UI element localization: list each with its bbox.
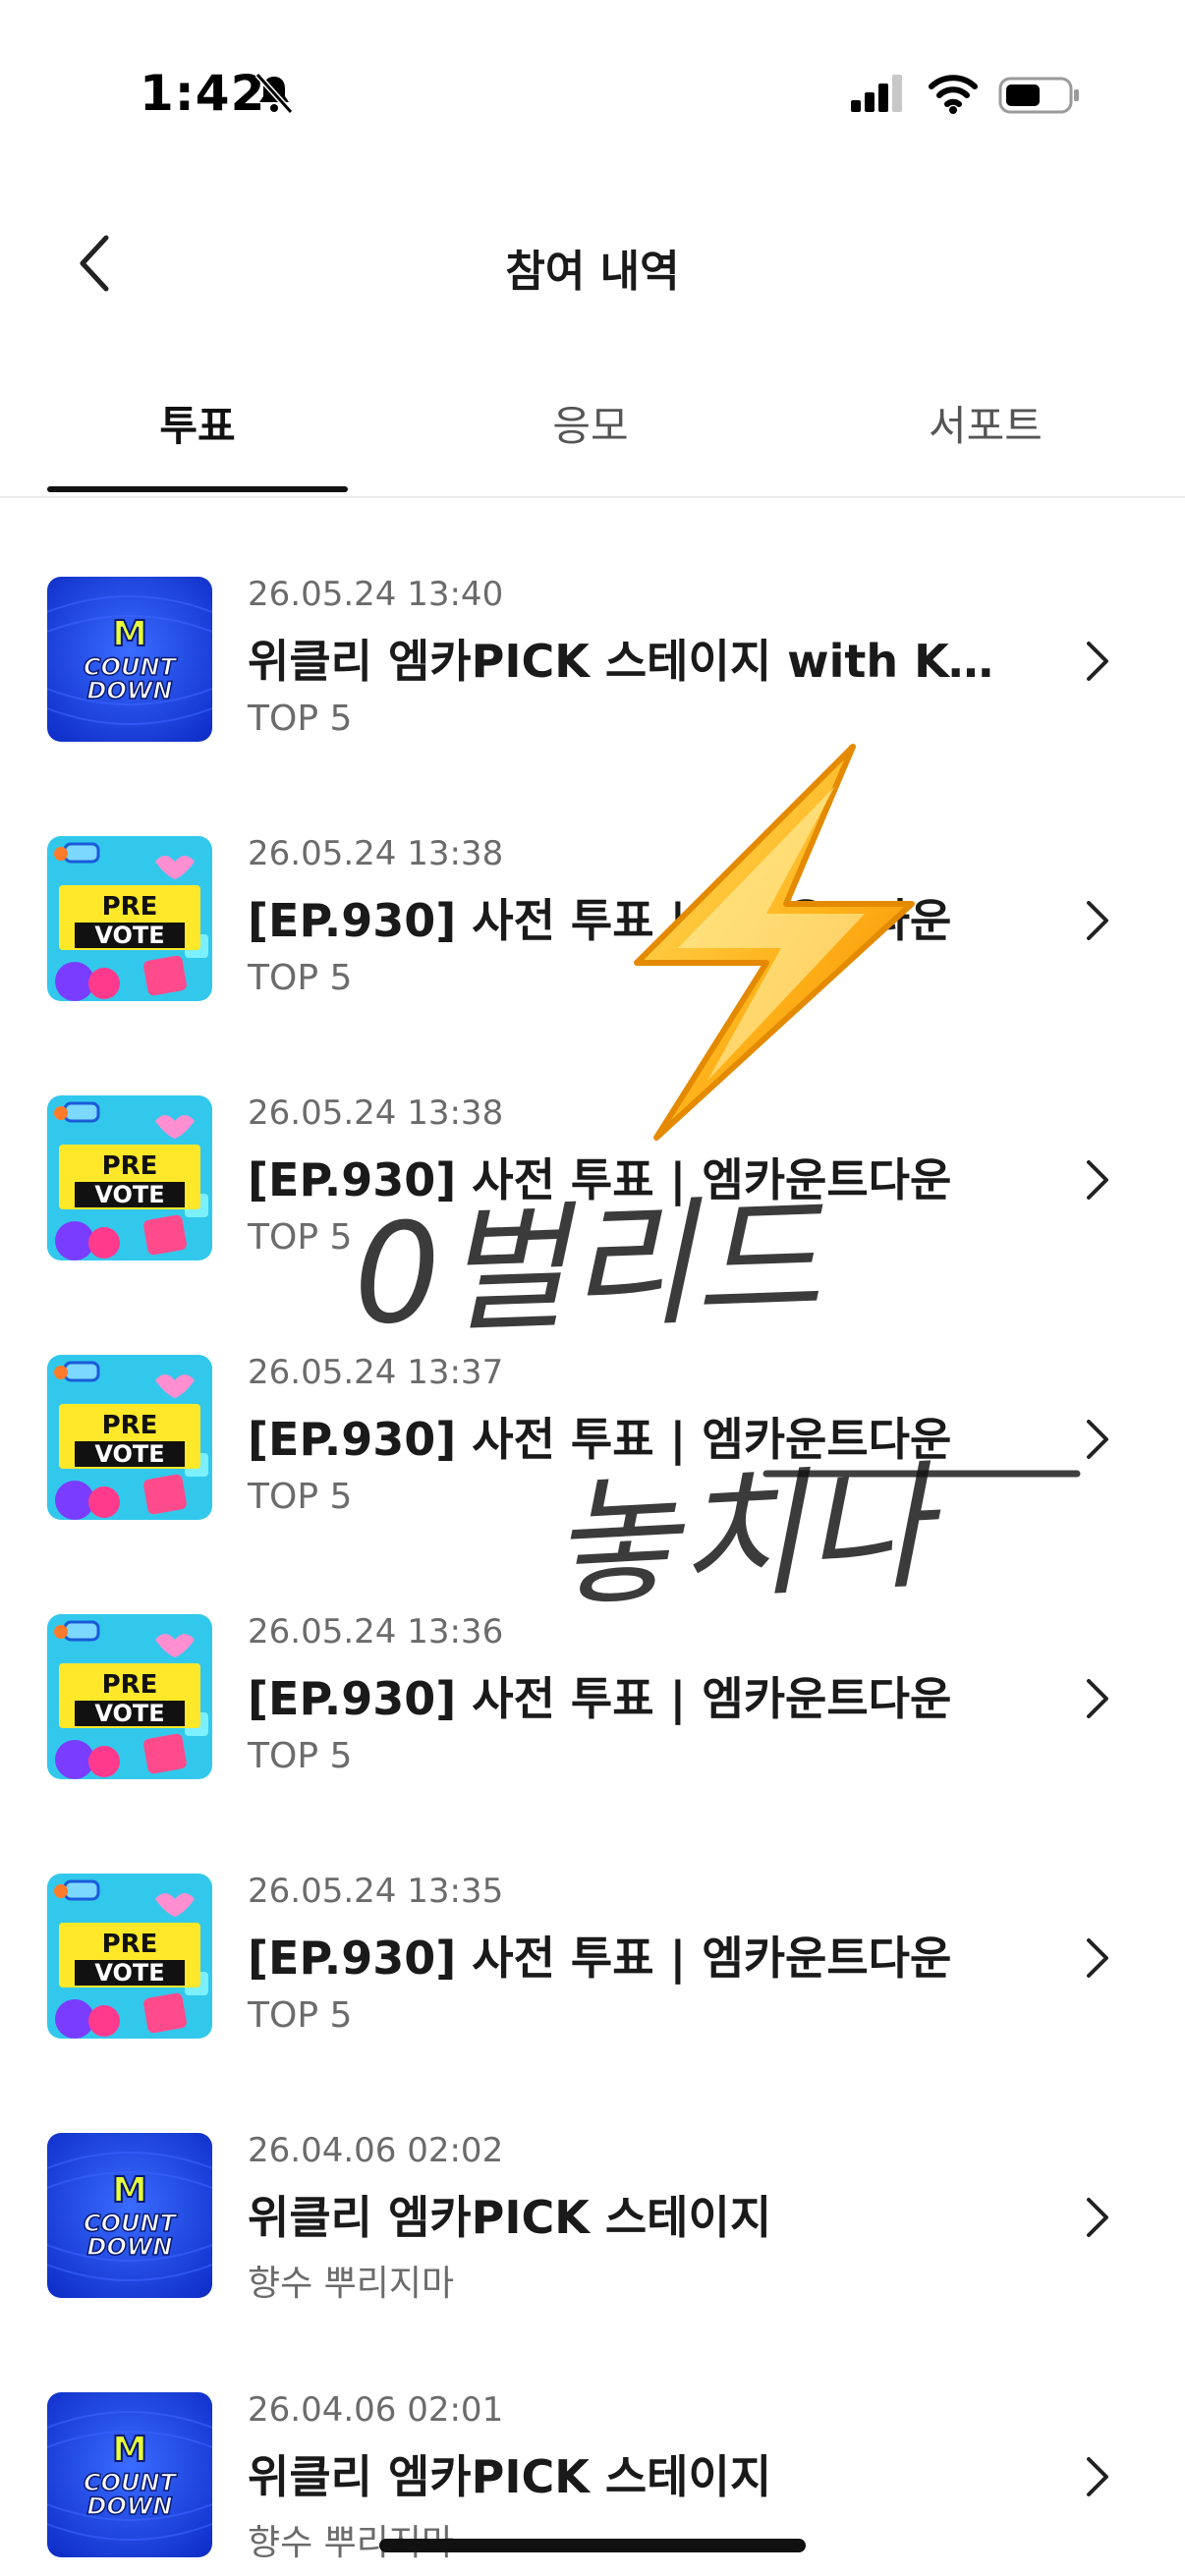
chevron-right-icon (1087, 1420, 1108, 1459)
mcountdown-logo: M COUNT DOWN (47, 577, 212, 742)
svg-text:DOWN: DOWN (87, 2233, 173, 2261)
wifi-icon (929, 75, 978, 114)
svg-text:M: M (112, 614, 147, 654)
svg-text:PRE: PRE (102, 1930, 158, 1959)
pre-vote-image: PRE VOTE (47, 1874, 212, 2039)
item-date: 26.05.24 13:40 (248, 575, 504, 614)
item-title: 위클리 엠카PICK 스테이지 (248, 2450, 772, 2503)
item-date: 26.05.24 13:38 (248, 1093, 504, 1133)
item-date: 26.05.24 13:38 (248, 834, 504, 873)
svg-text:PRE: PRE (102, 1411, 158, 1440)
status-bar: 1:42 (0, 0, 1185, 187)
chevron-right-icon (1087, 642, 1108, 681)
item-date: 26.04.06 02:02 (248, 2131, 504, 2170)
item-subtitle: TOP 5 (248, 1995, 353, 2036)
item-date: 26.05.24 13:35 (248, 1872, 504, 1911)
tab-entry[interactable]: 응모 (440, 393, 741, 453)
item-subtitle: TOP 5 (248, 699, 353, 739)
item-subtitle: TOP 5 (248, 1477, 353, 1517)
tab-vote[interactable]: 투표 (47, 393, 348, 453)
pre-vote-thumbnail: PRE VOTE (47, 836, 212, 1001)
item-subtitle: TOP 5 (248, 1217, 353, 1258)
home-indicator[interactable] (379, 2539, 806, 2552)
list-item[interactable]: PRE VOTE 26.05.24 13:35 [EP.930] 사전 투표 | … (0, 1793, 1185, 2052)
svg-text:DOWN: DOWN (87, 677, 173, 704)
tab-support[interactable]: 서포트 (835, 393, 1136, 453)
pre-vote-thumbnail: PRE VOTE (47, 1874, 212, 2039)
item-title: [EP.930] 사전 투표 | 엠카운트다운 (248, 1153, 952, 1206)
item-title: 위클리 엠카PICK 스테이지 with KUR... (248, 635, 1004, 688)
pre-vote-image: PRE VOTE (47, 1614, 212, 1779)
pre-vote-image: PRE VOTE (47, 836, 212, 1001)
item-date: 26.05.24 13:37 (248, 1353, 504, 1392)
item-subtitle: TOP 5 (248, 1736, 353, 1776)
svg-text:PRE: PRE (102, 892, 158, 922)
list-item[interactable]: PRE VOTE 26.05.24 13:36 [EP.930] 사전 투표 | … (0, 1534, 1185, 1793)
svg-text:M: M (112, 2430, 147, 2470)
chevron-right-icon (1087, 901, 1108, 940)
mcountdown-logo: M COUNT DOWN (47, 2133, 212, 2298)
list-item[interactable]: M COUNT DOWN 26.04.06 02:02 위클리 엠카PICK 스테… (0, 2052, 1185, 2312)
chevron-right-icon (1087, 2198, 1108, 2237)
status-time: 1:42 (140, 65, 266, 122)
svg-text:VOTE: VOTE (94, 1959, 164, 1987)
svg-text:PRE: PRE (102, 1670, 158, 1700)
item-title: 위클리 엠카PICK 스테이지 (248, 2191, 772, 2244)
chevron-right-icon (1087, 1679, 1108, 1718)
pre-vote-thumbnail: PRE VOTE (47, 1095, 212, 1260)
svg-text:DOWN: DOWN (87, 2492, 173, 2520)
item-title: [EP.930] 사전 투표 | 엠카운트다운 (248, 1672, 952, 1725)
mcountdown-thumbnail: M COUNT DOWN (47, 2133, 212, 2298)
svg-text:M: M (112, 2170, 147, 2211)
svg-text:VOTE: VOTE (94, 922, 164, 949)
chevron-right-icon (1087, 2457, 1108, 2496)
chevron-right-icon (1087, 1160, 1108, 1200)
item-title: [EP.930] 사전 투표 | 엠카운트다운 (248, 1932, 952, 1985)
list-item[interactable]: PRE VOTE 26.05.24 13:37 [EP.930] 사전 투표 | … (0, 1274, 1185, 1534)
list-item[interactable]: PRE VOTE 26.05.24 13:38 [EP.930] 사전 투표 | … (0, 756, 1185, 1015)
item-title: [EP.930] 사전 투표 | 엠카운트다운 (248, 894, 952, 947)
bell-slash-icon (254, 72, 294, 115)
item-subtitle: TOP 5 (248, 958, 353, 998)
item-subtitle: 향수 뿌리지마 (248, 2264, 455, 2304)
list-item[interactable]: M COUNT DOWN 26.04.06 02:01 위클리 엠카PICK 스테… (0, 2312, 1185, 2571)
list-item[interactable]: M COUNT DOWN 26.05.24 13:40 위클리 엠카PICK 스테… (0, 496, 1185, 756)
pre-vote-image: PRE VOTE (47, 1095, 212, 1260)
pre-vote-thumbnail: PRE VOTE (47, 1355, 212, 1520)
cellular-signal-icon (851, 75, 902, 112)
pre-vote-image: PRE VOTE (47, 1355, 212, 1520)
chevron-right-icon (1087, 1938, 1108, 1978)
item-date: 26.04.06 02:01 (248, 2390, 504, 2430)
pre-vote-thumbnail: PRE VOTE (47, 1614, 212, 1779)
item-date: 26.05.24 13:36 (248, 1612, 504, 1652)
battery-icon (998, 77, 1079, 114)
svg-text:VOTE: VOTE (94, 1700, 164, 1727)
mcountdown-thumbnail: M COUNT DOWN (47, 577, 212, 742)
mcountdown-logo: M COUNT DOWN (47, 2392, 212, 2557)
svg-text:PRE: PRE (102, 1151, 158, 1181)
active-tab-indicator (47, 486, 348, 492)
svg-text:VOTE: VOTE (94, 1440, 164, 1468)
item-title: [EP.930] 사전 투표 | 엠카운트다운 (248, 1413, 952, 1466)
mcountdown-thumbnail: M COUNT DOWN (47, 2392, 212, 2557)
page-title: 참여 내역 (505, 247, 680, 297)
tab-bar: 투표 응모 서포트 (0, 354, 1185, 498)
svg-text:VOTE: VOTE (94, 1181, 164, 1208)
list-item[interactable]: PRE VOTE 26.05.24 13:38 [EP.930] 사전 투표 | … (0, 1015, 1185, 1274)
